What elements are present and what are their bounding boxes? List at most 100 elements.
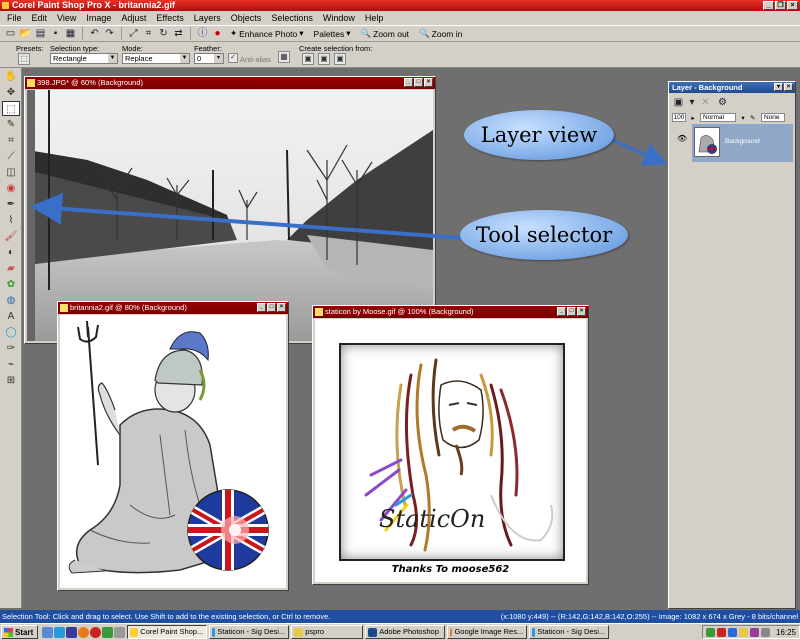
maximize-button[interactable]: □ bbox=[267, 303, 276, 312]
selection-tool-icon[interactable]: ⬚ bbox=[2, 101, 20, 116]
close-button[interactable]: × bbox=[424, 78, 433, 87]
stop-icon[interactable]: ● bbox=[211, 27, 224, 40]
ie-icon[interactable] bbox=[54, 626, 66, 638]
preset-shape-icon[interactable]: ◯ bbox=[2, 325, 20, 340]
open-file-icon[interactable]: 📂 bbox=[19, 27, 32, 40]
tray-messenger-icon[interactable] bbox=[727, 627, 737, 637]
menu-effects[interactable]: Effects bbox=[151, 13, 188, 23]
staticon-canvas[interactable]: StaticOn Thanks To moose562 bbox=[315, 319, 586, 582]
opera-icon[interactable] bbox=[90, 626, 102, 638]
firefox-icon[interactable] bbox=[78, 626, 90, 638]
red-eye-tool-icon[interactable]: ◉ bbox=[2, 181, 20, 196]
tray-update-icon[interactable] bbox=[738, 627, 748, 637]
visibility-eye-icon[interactable]: 👁 bbox=[677, 134, 687, 143]
task-paintshop[interactable]: Corel Paint Shop... bbox=[127, 625, 208, 639]
warp-brush-icon[interactable]: ⌁ bbox=[2, 357, 20, 372]
selection-from-layer-icon[interactable]: ▣ bbox=[302, 53, 314, 65]
resize-icon[interactable]: ⤢ bbox=[127, 27, 140, 40]
layer-palette-titlebar[interactable]: Layer - Background ▾ × bbox=[669, 82, 795, 93]
opacity-field[interactable]: 100 bbox=[672, 113, 686, 122]
pan-tool-icon[interactable]: ✋ bbox=[2, 69, 20, 84]
maximize-button[interactable]: □ bbox=[567, 307, 576, 316]
minimize-button[interactable]: _ bbox=[257, 303, 266, 312]
new-file-icon[interactable]: ▭ bbox=[4, 27, 17, 40]
print-icon[interactable]: ▦ bbox=[64, 27, 77, 40]
selection-from-mask-icon[interactable]: ▣ bbox=[318, 53, 330, 65]
eraser-tool-icon[interactable]: ▰ bbox=[2, 261, 20, 276]
delete-layer-icon[interactable]: ✕ bbox=[699, 96, 712, 109]
menu-selections[interactable]: Selections bbox=[266, 13, 318, 23]
minimize-button[interactable]: _ bbox=[557, 307, 566, 316]
doc-window-staticon[interactable]: staticon by Moose.gif @ 100% (Background… bbox=[312, 305, 589, 585]
pen-tool-icon[interactable]: ✑ bbox=[2, 341, 20, 356]
blend-mode-select[interactable]: Normal bbox=[700, 113, 736, 122]
selection-type-select[interactable]: Rectangle ▼ bbox=[50, 53, 118, 64]
crop-icon[interactable]: ⌗ bbox=[142, 27, 155, 40]
tray-volume-icon[interactable] bbox=[760, 627, 770, 637]
maximize-button[interactable]: □ bbox=[414, 78, 423, 87]
close-button[interactable]: × bbox=[577, 307, 586, 316]
doc-window-britannia[interactable]: britannia2.gif @ 80% (Background) _ □ × bbox=[57, 301, 289, 591]
presets-dropdown[interactable]: ⬚ bbox=[18, 53, 30, 65]
menu-layers[interactable]: Layers bbox=[189, 13, 226, 23]
dodge-tool-icon[interactable]: ◐ bbox=[2, 245, 20, 260]
clone-brush-icon[interactable]: ✒ bbox=[2, 197, 20, 212]
task-staticon-2[interactable]: Staticon - Sig Desi... bbox=[529, 625, 610, 639]
tray-antivirus-icon[interactable] bbox=[716, 627, 726, 637]
pick-tool-icon[interactable]: ✥ bbox=[2, 85, 20, 100]
menu-objects[interactable]: Objects bbox=[226, 13, 267, 23]
close-button[interactable]: × bbox=[787, 1, 798, 10]
opacity-slider-icon[interactable]: ▸ bbox=[689, 114, 697, 122]
tray-network-icon[interactable] bbox=[705, 627, 715, 637]
menu-adjust[interactable]: Adjust bbox=[116, 13, 151, 23]
lock-select[interactable]: None bbox=[761, 113, 785, 122]
flip-icon[interactable]: ⇄ bbox=[172, 27, 185, 40]
menu-image[interactable]: Image bbox=[81, 13, 116, 23]
antialias-checkbox[interactable]: ✓ bbox=[228, 53, 238, 63]
task-photoshop[interactable]: Adobe Photoshop bbox=[365, 625, 446, 639]
selection-options-icon[interactable]: ▦ bbox=[278, 51, 290, 63]
enhance-photo-button[interactable]: ✦ Enhance Photo ▾ bbox=[226, 28, 308, 39]
perspective-tool-icon[interactable]: ◫ bbox=[2, 165, 20, 180]
menu-edit[interactable]: Edit bbox=[27, 13, 53, 23]
palettes-button[interactable]: Palettes ▾ bbox=[310, 28, 355, 39]
taskbar-clock[interactable]: 16:25 bbox=[776, 628, 796, 637]
doc-titlebar-staticon[interactable]: staticon by Moose.gif @ 100% (Background… bbox=[313, 306, 588, 318]
layer-row-background[interactable]: Background bbox=[692, 124, 793, 162]
dropper-tool-icon[interactable]: ✎ bbox=[2, 117, 20, 132]
feather-input[interactable]: 0 ▾ bbox=[194, 53, 224, 64]
desktop-icon[interactable] bbox=[42, 626, 54, 638]
layer-properties-icon[interactable]: ⚙ bbox=[716, 96, 729, 109]
rotate-icon[interactable]: ↻ bbox=[157, 27, 170, 40]
doc-titlebar-street[interactable]: 398.JPG* @ 60% (Background) _ □ × bbox=[25, 77, 435, 89]
minimize-button[interactable]: _ bbox=[404, 78, 413, 87]
straighten-tool-icon[interactable]: ⟋ bbox=[2, 149, 20, 164]
info-icon[interactable]: ⓘ bbox=[196, 27, 209, 40]
save-icon[interactable]: ▪ bbox=[49, 27, 62, 40]
link-icon[interactable]: ✎ bbox=[750, 114, 758, 122]
folder-icon[interactable] bbox=[114, 626, 126, 638]
crop-tool-icon[interactable]: ⌗ bbox=[2, 133, 20, 148]
task-google-images[interactable]: Google Image Res... bbox=[447, 625, 528, 639]
doc-titlebar-britannia[interactable]: britannia2.gif @ 80% (Background) _ □ × bbox=[58, 302, 288, 314]
scratch-remover-icon[interactable]: ⌇ bbox=[2, 213, 20, 228]
close-button[interactable]: × bbox=[277, 303, 286, 312]
task-staticon-1[interactable]: Staticon - Sig Desi... bbox=[209, 625, 290, 639]
menu-window[interactable]: Window bbox=[318, 13, 360, 23]
minimize-button[interactable]: _ bbox=[763, 1, 774, 10]
zoom-in-button[interactable]: 🔍 Zoom in bbox=[415, 28, 466, 39]
media-player-icon[interactable] bbox=[66, 626, 78, 638]
menu-file[interactable]: File bbox=[2, 13, 27, 23]
tray-app-icon[interactable] bbox=[749, 627, 759, 637]
undo-icon[interactable]: ↶ bbox=[88, 27, 101, 40]
menu-view[interactable]: View bbox=[52, 13, 81, 23]
britannia-canvas[interactable] bbox=[60, 315, 286, 588]
zoom-out-button[interactable]: 🔍 Zoom out bbox=[357, 28, 414, 39]
mesh-warp-icon[interactable]: ⊞ bbox=[2, 373, 20, 388]
palette-menu-button[interactable]: ▾ bbox=[774, 83, 783, 91]
new-layer-icon[interactable]: ▣ bbox=[672, 96, 685, 109]
messenger-icon[interactable] bbox=[102, 626, 114, 638]
flood-fill-icon[interactable]: ◍ bbox=[2, 293, 20, 308]
palette-close-button[interactable]: × bbox=[784, 83, 793, 91]
selection-from-vector-icon[interactable]: ▣ bbox=[334, 53, 346, 65]
